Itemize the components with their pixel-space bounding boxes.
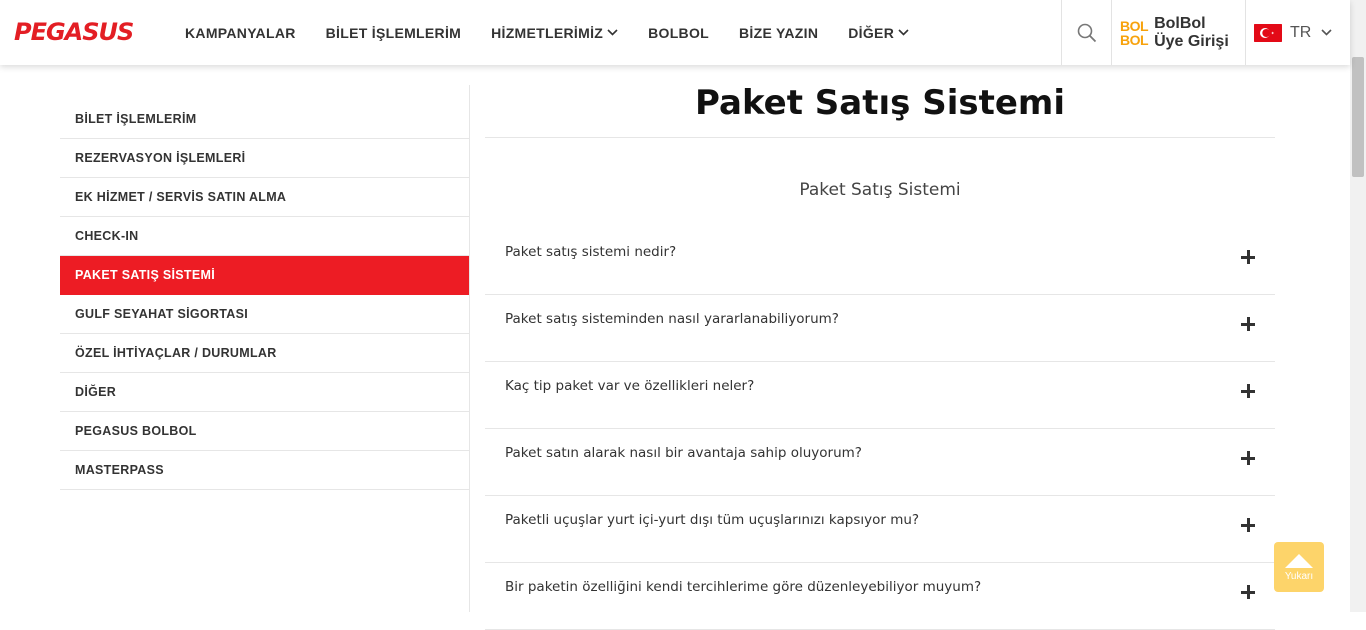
nav-item-bize-yazin[interactable]: BİZE YAZIN <box>739 25 818 41</box>
nav-item-hizmetlerimiz[interactable]: HİZMETLERİMİZ <box>491 25 618 41</box>
sidebar-item-ozel-ihtiyaclar[interactable]: ÖZEL İHTİYAÇLAR / DURUMLAR <box>60 334 469 373</box>
nav-label: DİĞER <box>848 24 895 41</box>
plus-icon[interactable] <box>1241 451 1255 465</box>
faq-question: Paketli uçuşlar yurt içi-yurt dışı tüm u… <box>505 512 920 528</box>
page-title: Paket Satış Sistemi <box>485 80 1275 138</box>
faq-question: Kaç tip paket var ve özellikleri neler? <box>505 378 755 394</box>
back-to-top-label: Yukarı <box>1284 570 1314 582</box>
nav-label: BOLBOL <box>648 24 710 41</box>
faq-question: Paket satış sistemi nedir? <box>505 244 677 260</box>
faq-item[interactable]: Paket satış sisteminden nasıl yararlanab… <box>485 295 1275 362</box>
language-selector[interactable]: TR <box>1245 0 1350 65</box>
back-to-top-button[interactable]: Yukarı <box>1274 542 1324 592</box>
vertical-divider <box>469 85 470 612</box>
faq-question: Paket satın alarak nasıl bir avantaja sa… <box>505 445 862 461</box>
sidebar-item-pegasus-bolbol[interactable]: PEGASUS BOLBOL <box>60 412 469 451</box>
nav-label: KAMPANYALAR <box>185 24 296 41</box>
plus-icon[interactable] <box>1241 250 1255 264</box>
plus-icon[interactable] <box>1241 585 1255 599</box>
nav-item-diger[interactable]: DİĞER <box>848 25 909 41</box>
chevron-down-icon <box>1321 29 1332 36</box>
nav-item-kampanyalar[interactable]: KAMPANYALAR <box>185 25 296 41</box>
main-nav: KAMPANYALAR BİLET İŞLEMLERİM HİZMETLERİM… <box>185 0 939 65</box>
faq-item[interactable]: Paket satın alarak nasıl bir avantaja sa… <box>485 429 1275 496</box>
faq-item[interactable]: Paketli uçuşlar yurt içi-yurt dışı tüm u… <box>485 496 1275 563</box>
faq-item[interactable]: Paket satış sistemi nedir? <box>485 228 1275 295</box>
faq-item[interactable]: Bir paketin özelliğini kendi tercihlerim… <box>485 563 1275 630</box>
sidebar: BİLET İŞLEMLERİM REZERVASYON İŞLEMLERİ E… <box>60 100 469 490</box>
bolbol-line1: BolBol <box>1154 14 1206 32</box>
pegasus-logo[interactable]: PEGASUS <box>14 18 134 46</box>
page-scrollbar[interactable] <box>1350 0 1366 612</box>
plus-icon[interactable] <box>1241 518 1255 532</box>
nav-item-bolbol[interactable]: BOLBOL <box>648 25 709 41</box>
bolbol-mark-bottom: BOL <box>1120 31 1149 48</box>
scrollbar-thumb[interactable] <box>1352 57 1364 177</box>
plus-icon[interactable] <box>1241 384 1255 398</box>
language-label: TR <box>1290 23 1312 41</box>
sidebar-item-rezervasyon-islemleri[interactable]: REZERVASYON İŞLEMLERİ <box>60 139 469 178</box>
bolbol-login-button[interactable]: BOL BOL BolBol Üye Girişi <box>1111 0 1245 65</box>
faq-question: Paket satış sisteminden nasıl yararlanab… <box>505 311 839 327</box>
faq-item[interactable]: Kaç tip paket var ve özellikleri neler? <box>485 362 1275 429</box>
sidebar-item-paket-satis-sistemi[interactable]: PAKET SATIŞ SİSTEMİ <box>60 256 469 295</box>
bolbol-line2: Üye Girişi <box>1154 32 1229 50</box>
arrow-up-icon <box>1285 553 1313 568</box>
main-content: Paket Satış Sistemi Paket Satış Sistemi … <box>485 80 1275 630</box>
chevron-down-icon <box>898 29 909 36</box>
nav-label: BİLET İŞLEMLERİM <box>325 24 462 41</box>
plus-icon[interactable] <box>1241 317 1255 331</box>
sidebar-item-diger[interactable]: DİĞER <box>60 373 469 412</box>
search-icon <box>1077 23 1096 42</box>
chevron-down-icon <box>607 29 618 36</box>
nav-label: BİZE YAZIN <box>739 24 819 41</box>
search-button[interactable] <box>1061 0 1111 65</box>
nav-label: HİZMETLERİMİZ <box>491 24 604 41</box>
sidebar-item-bilet-islemlerim[interactable]: BİLET İŞLEMLERİM <box>60 100 469 139</box>
bolbol-mark-top: BOL <box>1120 17 1149 34</box>
sidebar-item-ek-hizmet[interactable]: EK HİZMET / SERVİS SATIN ALMA <box>60 178 469 217</box>
sidebar-item-check-in[interactable]: CHECK-IN <box>60 217 469 256</box>
nav-item-bilet-islemlerim[interactable]: BİLET İŞLEMLERİM <box>326 25 461 41</box>
turkey-flag-icon <box>1254 23 1282 42</box>
site-header: PEGASUS KAMPANYALAR BİLET İŞLEMLERİM HİZ… <box>0 0 1350 65</box>
bolbol-logo-icon: BOL BOL <box>1120 17 1149 48</box>
sidebar-item-gulf-seyahat-sigortasi[interactable]: GULF SEYAHAT SİGORTASI <box>60 295 469 334</box>
bolbol-login-label: BolBol Üye Girişi <box>1154 15 1229 51</box>
faq-question: Bir paketin özelliğini kendi tercihlerim… <box>505 579 982 595</box>
sidebar-item-masterpass[interactable]: MASTERPASS <box>60 451 469 490</box>
header-right: BOL BOL BolBol Üye Girişi TR <box>1061 0 1350 65</box>
faq-list: Paket satış sistemi nedir? Paket satış s… <box>485 228 1275 630</box>
section-title: Paket Satış Sistemi <box>799 180 961 200</box>
